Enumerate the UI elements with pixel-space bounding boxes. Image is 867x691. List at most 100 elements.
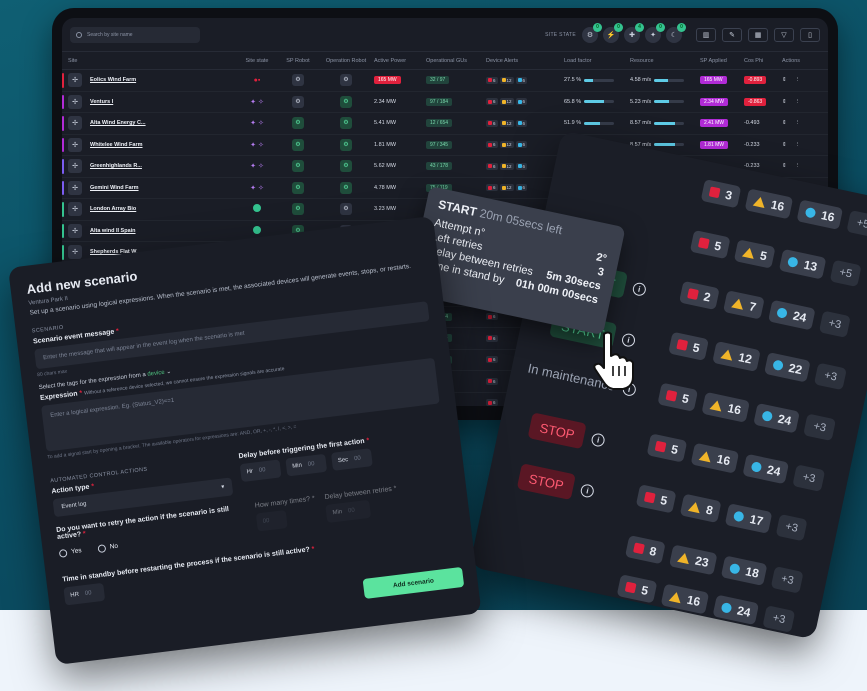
sp-robot-icon[interactable]: ⚙ [292, 160, 304, 173]
error-counter[interactable]: 8 [624, 535, 666, 565]
warning-counter[interactable]: 16 [744, 188, 794, 220]
state-filter-night[interactable]: ☾ 0 [666, 22, 686, 43]
info-counter[interactable]: 13 [779, 248, 827, 280]
error-counter[interactable]: 5 [668, 331, 709, 361]
col-site-state[interactable]: Site state [236, 58, 278, 64]
columns-icon[interactable]: ▯ [800, 27, 820, 42]
site-name-link[interactable]: Greenhighlands R... [90, 163, 142, 169]
error-counter[interactable]: 5 [635, 484, 677, 514]
col-sp-robot[interactable]: SP Robot [278, 58, 318, 64]
info-counter[interactable]: 16 [796, 199, 844, 230]
device-link[interactable]: device [147, 369, 165, 377]
table-row[interactable]: ✢ Eolics Wind Farm ●▪ ⚙ ⚙ 165 MW 32 / 97 … [62, 70, 828, 92]
operation-robot-icon[interactable]: ⚙ [340, 203, 352, 216]
delay-between-min-input[interactable]: Min 00 [325, 499, 372, 523]
more-alerts-button[interactable]: +3 [771, 566, 804, 594]
more-alerts-button[interactable]: +3 [792, 464, 826, 492]
info-icon[interactable]: i [590, 431, 607, 448]
info-icon[interactable]: i [631, 281, 648, 297]
sp-robot-icon[interactable]: ⚙ [292, 117, 304, 130]
toggle-icon[interactable]: ⇕ [782, 163, 787, 169]
info-counter[interactable]: 22 [764, 352, 812, 383]
toggle-icon[interactable]: ⇕ [782, 77, 787, 83]
col-operational-gus[interactable]: Operational GUs [426, 58, 486, 64]
operation-robot-icon[interactable]: ⚙ [340, 160, 352, 173]
add-scenario-button[interactable]: Add scenario [362, 566, 465, 599]
chevron-down-icon[interactable]: ⌄ [166, 369, 172, 376]
radio-yes[interactable]: Yes [58, 547, 82, 558]
warning-counter[interactable]: 7 [722, 290, 766, 320]
search-input[interactable]: Search by site name [70, 26, 200, 43]
col-active-power[interactable]: Active Power [374, 58, 426, 64]
site-name-link[interactable]: Whitelee Wind Farm [90, 142, 143, 148]
col-operation-robot[interactable]: Operation Robot [318, 58, 374, 64]
info-counter[interactable]: 24 [753, 402, 801, 434]
operation-robot-icon[interactable]: ⚙ [340, 181, 352, 194]
operation-robot-icon[interactable]: ⚙ [340, 117, 352, 130]
sp-robot-icon[interactable]: ⚙ [292, 181, 304, 194]
col-cos-phi[interactable]: Cos Phi [744, 58, 782, 64]
chart-view-icon[interactable]: ▥ [696, 27, 716, 42]
pin-icon[interactable]: ✎ [722, 27, 742, 42]
warning-counter[interactable]: 12 [711, 340, 761, 372]
radio-no[interactable]: No [97, 542, 119, 553]
operation-robot-icon[interactable]: ⚙ [340, 74, 352, 87]
kebab-icon[interactable]: ⋮ [795, 142, 801, 148]
info-counter[interactable]: 24 [742, 453, 790, 485]
site-name-link[interactable]: Alta wind II Spain [90, 228, 136, 234]
toggle-icon[interactable]: ⇕ [782, 120, 787, 126]
more-alerts-button[interactable]: +3 [814, 362, 847, 391]
col-device-alerts[interactable]: Device Alerts [486, 58, 564, 64]
warning-counter[interactable]: 8 [679, 493, 722, 524]
kebab-icon[interactable]: ⋮ [795, 163, 801, 169]
kebab-icon[interactable]: ⋮ [795, 99, 801, 105]
warning-counter[interactable]: 23 [668, 544, 718, 576]
col-resource[interactable]: Resource [630, 58, 700, 64]
operation-robot-icon[interactable]: ⚙ [340, 95, 352, 108]
more-alerts-button[interactable]: +3 [775, 513, 808, 542]
table-row[interactable]: ✢ Alta Wind Energy C... ✦ ✧ ⚙ ⚙ 5.41 MW 1… [62, 113, 828, 135]
state-filter-maintenance[interactable]: ✚ 4 [624, 22, 644, 43]
info-icon[interactable]: i [579, 482, 596, 499]
sp-robot-icon[interactable]: ⚙ [292, 95, 304, 108]
table-row[interactable]: ✢ Venturs I ✦ ✧ ⚙ ⚙ 2.34 MW 97 / 184 6 12… [62, 92, 828, 113]
error-counter[interactable]: 2 [678, 280, 720, 310]
more-alerts-button[interactable]: +3 [803, 413, 837, 442]
delay-sec-input[interactable]: Sec 00 [330, 447, 373, 471]
standby-hr-input[interactable]: HR 00 [63, 582, 106, 606]
error-counter[interactable]: 5 [616, 574, 658, 604]
filter-icon[interactable]: ▽ [774, 27, 794, 42]
state-filter-running[interactable]: ⚙ 0 [582, 22, 602, 43]
toggle-icon[interactable]: ⇕ [782, 142, 787, 148]
more-alerts-button[interactable]: +3 [762, 605, 796, 633]
site-name-link[interactable]: Eolics Wind Farm [90, 77, 136, 83]
delay-min-input[interactable]: Min 00 [285, 453, 328, 477]
sp-robot-icon[interactable]: ⚙ [292, 74, 304, 87]
stop-button[interactable]: STOP [516, 463, 577, 501]
more-alerts-button[interactable]: +3 [818, 310, 852, 338]
table-row[interactable]: ✢ Whitelee Wind Farm ✦ ✧ ⚙ ⚙ 1.81 MW 97 /… [62, 135, 828, 156]
sp-robot-icon[interactable]: ⚙ [292, 138, 304, 151]
warning-counter[interactable]: 16 [701, 391, 751, 423]
grid-view-icon[interactable]: ▦ [748, 27, 768, 42]
col-sp-applied[interactable]: SP Applied [700, 58, 744, 64]
site-name-link[interactable]: London Array Bio [90, 206, 136, 212]
warning-counter[interactable]: 16 [690, 442, 740, 474]
site-name-link[interactable]: Gemini Wind Farm [90, 185, 139, 191]
sp-robot-icon[interactable]: ⚙ [292, 203, 304, 216]
state-filter-warning[interactable]: ⚡ 0 [603, 22, 623, 43]
delay-hr-input[interactable]: Hr 00 [239, 459, 282, 482]
site-name-link[interactable]: Venturs I [90, 99, 113, 105]
more-alerts-button[interactable]: +5 [829, 259, 862, 288]
state-filter-stopped[interactable]: ✦ 0 [645, 22, 665, 43]
info-counter[interactable]: 17 [725, 503, 773, 534]
col-site[interactable]: Site [68, 58, 236, 64]
toggle-icon[interactable]: ⇕ [782, 99, 787, 105]
error-counter[interactable]: 3 [700, 179, 742, 209]
site-name-link[interactable]: Alta Wind Energy C... [90, 120, 146, 126]
kebab-icon[interactable]: ⋮ [795, 77, 801, 83]
warning-counter[interactable]: 5 [733, 239, 776, 269]
stop-button[interactable]: STOP [527, 412, 587, 450]
error-counter[interactable]: 5 [646, 433, 688, 463]
info-counter[interactable]: 18 [720, 555, 768, 587]
